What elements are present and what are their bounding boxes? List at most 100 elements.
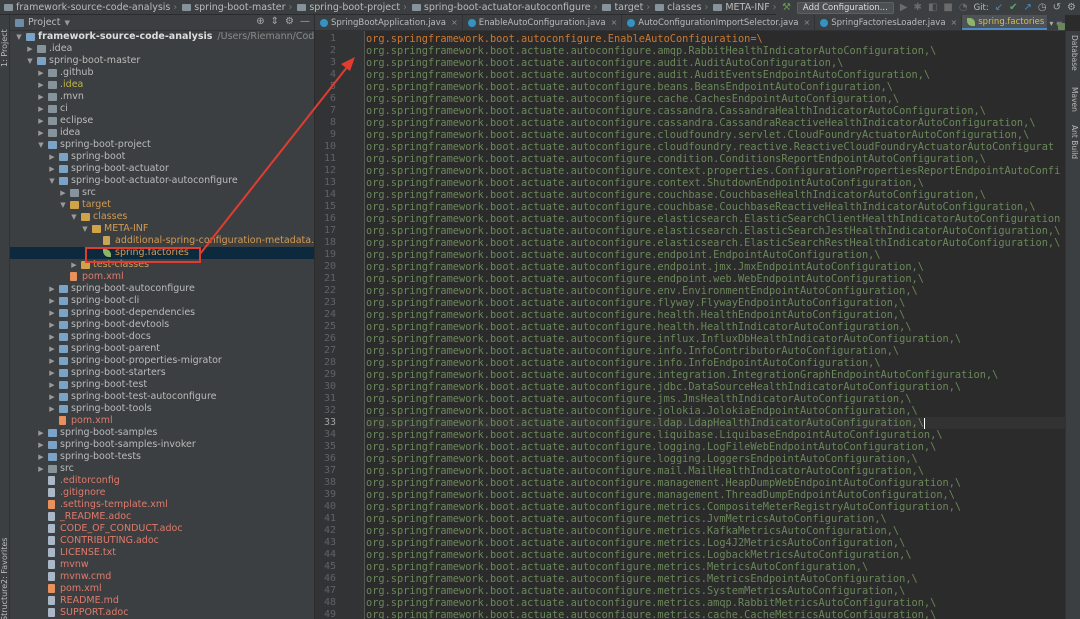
tree-node[interactable]: spring.factories — [10, 247, 314, 259]
expand-down-icon[interactable]: ▼ — [70, 211, 78, 223]
expand-right-icon[interactable]: ▶ — [48, 367, 56, 379]
code-line[interactable]: org.springframework.boot.actuate.autocon… — [366, 465, 924, 477]
expand-down-icon[interactable]: ▼ — [81, 223, 89, 235]
code-line[interactable]: org.springframework.boot.actuate.autocon… — [366, 213, 1060, 225]
code-line[interactable]: org.springframework.boot.actuate.autocon… — [366, 549, 912, 561]
tool-tab-maven[interactable]: Maven — [1068, 87, 1079, 121]
expand-right-icon[interactable]: ▶ — [37, 451, 45, 463]
tree-node[interactable]: ▼ classes — [10, 211, 314, 223]
tree-node[interactable]: ▶ spring-boot-tests — [10, 451, 314, 463]
locate-icon[interactable]: ⊕ — [256, 16, 264, 27]
expand-right-icon[interactable]: ▶ — [37, 115, 45, 127]
expand-right-icon[interactable]: ▶ — [48, 319, 56, 331]
code-line[interactable]: org.springframework.boot.actuate.autocon… — [366, 297, 905, 309]
expand-right-icon[interactable]: ▶ — [37, 127, 45, 139]
add-configuration-button[interactable]: Add Configuration... — [796, 1, 894, 14]
code-line[interactable]: org.springframework.boot.actuate.autocon… — [366, 417, 1065, 429]
tree-node[interactable]: ▶ spring-boot-dependencies — [10, 307, 314, 319]
code-line[interactable]: org.springframework.boot.actuate.autocon… — [366, 513, 887, 525]
tree-node[interactable]: _README.adoc — [10, 511, 314, 523]
tree-node[interactable]: CODE_OF_CONDUCT.adoc — [10, 523, 314, 535]
stop-icon[interactable]: ■ — [943, 2, 952, 14]
code-line[interactable]: org.springframework.boot.actuate.autocon… — [366, 333, 961, 345]
breadcrumb-item[interactable]: spring-boot-actuator-autoconfigure › — [410, 2, 601, 13]
code-line[interactable]: org.springframework.boot.actuate.autocon… — [366, 285, 918, 297]
tree-node[interactable]: .settings-template.xml — [10, 499, 314, 511]
expand-right-icon[interactable]: ▶ — [48, 391, 56, 403]
chevron-down-icon[interactable]: ▼ — [65, 19, 70, 27]
breadcrumb-item[interactable]: spring-boot-project › — [295, 2, 410, 13]
close-icon[interactable]: × — [951, 18, 958, 27]
tree-node[interactable]: ▶ test-classes — [10, 259, 314, 271]
code-line[interactable]: org.springframework.boot.actuate.autocon… — [366, 429, 943, 441]
tree-node[interactable]: ▶ spring-boot-properties-migrator — [10, 355, 314, 367]
tree-node[interactable]: ▶ src — [10, 463, 314, 475]
tree-node[interactable]: ▶ spring-boot-parent — [10, 343, 314, 355]
code-line[interactable]: org.springframework.boot.actuate.autocon… — [366, 369, 998, 381]
tree-node[interactable]: ▶ spring-boot-starters — [10, 367, 314, 379]
tree-node[interactable]: ▼ target — [10, 199, 314, 211]
tree-node[interactable]: ▼ spring-boot-actuator-autoconfigure — [10, 175, 314, 187]
expand-right-icon[interactable]: ▶ — [37, 67, 45, 79]
expand-right-icon[interactable]: ▶ — [37, 91, 45, 103]
expand-right-icon[interactable]: ▶ — [48, 355, 56, 367]
expand-down-icon[interactable]: ▼ — [48, 175, 56, 187]
tree-node[interactable]: ▶ spring-boot-docs — [10, 331, 314, 343]
tree-node[interactable]: ▼ spring-boot-master — [10, 55, 314, 67]
code-line[interactable]: org.springframework.boot.actuate.autocon… — [366, 141, 1054, 153]
close-icon[interactable]: × — [451, 18, 458, 27]
code-line[interactable]: org.springframework.boot.actuate.autocon… — [366, 201, 1036, 213]
debug-icon[interactable]: ✱ — [914, 2, 922, 14]
tree-node[interactable]: ▼ spring-boot-project — [10, 139, 314, 151]
breadcrumb-item[interactable]: framework-source-code-analysis › — [2, 2, 180, 13]
code-line[interactable]: org.springframework.boot.actuate.autocon… — [366, 393, 912, 405]
coverage-icon[interactable]: ◧ — [928, 2, 937, 14]
expand-right-icon[interactable]: ▶ — [48, 283, 56, 295]
expand-right-icon[interactable]: ▶ — [48, 343, 56, 355]
git-update-icon[interactable]: ↙ — [995, 2, 1003, 14]
code-line[interactable]: org.springframework.boot.actuate.autocon… — [366, 321, 912, 333]
settings-icon[interactable]: ⚙ — [1067, 2, 1076, 14]
tree-node[interactable]: ▶ spring-boot-samples-invoker — [10, 439, 314, 451]
profile-icon[interactable]: ◔ — [959, 2, 968, 14]
tree-node[interactable]: ▶ eclipse — [10, 115, 314, 127]
project-tree[interactable]: ▼ framework-source-code-analysis/Users/Ri… — [10, 31, 314, 619]
code-line[interactable]: org.springframework.boot.actuate.autocon… — [366, 81, 893, 93]
expand-down-icon[interactable]: ▼ — [15, 31, 23, 43]
run-icon[interactable]: ▶ — [900, 2, 908, 14]
history-icon[interactable]: ◷ — [1038, 2, 1047, 14]
tool-tab-ant-build[interactable]: Ant Build — [1068, 125, 1079, 169]
code-line[interactable]: org.springframework.boot.actuate.autocon… — [366, 345, 899, 357]
tool-tab-structure[interactable]: Structure — [0, 584, 10, 619]
code-line[interactable]: org.springframework.boot.actuate.autocon… — [366, 381, 961, 393]
tree-node[interactable]: LICENSE.txt — [10, 547, 314, 559]
code-line[interactable]: org.springframework.boot.actuate.autocon… — [366, 405, 918, 417]
expand-right-icon[interactable]: ▶ — [37, 439, 45, 451]
code-line[interactable]: org.springframework.boot.actuate.autocon… — [366, 69, 930, 81]
breadcrumb-item[interactable]: target › — [600, 2, 653, 13]
close-icon[interactable]: × — [611, 18, 618, 27]
code-line[interactable]: org.springframework.boot.actuate.autocon… — [366, 597, 936, 609]
tree-node[interactable]: pom.xml — [10, 415, 314, 427]
tree-node[interactable]: ▼ framework-source-code-analysis/Users/Ri… — [10, 31, 314, 43]
code-line[interactable]: org.springframework.boot.actuate.autocon… — [366, 261, 924, 273]
tool-tab-database[interactable]: Database — [1068, 35, 1079, 83]
hide-icon[interactable]: — — [300, 16, 310, 27]
tree-node[interactable]: CONTRIBUTING.adoc — [10, 535, 314, 547]
breadcrumb-item[interactable]: spring-boot-master › — [180, 2, 295, 13]
code-line[interactable]: org.springframework.boot.actuate.autocon… — [366, 573, 918, 585]
tree-node[interactable]: ▶ ci — [10, 103, 314, 115]
tree-node[interactable]: .gitignore — [10, 487, 314, 499]
code-line[interactable]: org.springframework.boot.actuate.autocon… — [366, 357, 881, 369]
tree-node[interactable]: additional-spring-configuration-metadata… — [10, 235, 314, 247]
git-push-icon[interactable]: ↗ — [1024, 2, 1032, 14]
code-line[interactable]: org.springframework.boot.actuate.autocon… — [366, 609, 936, 619]
git-commit-icon[interactable]: ✔ — [1009, 2, 1017, 14]
expand-right-icon[interactable]: ▶ — [37, 427, 45, 439]
project-view-selector[interactable]: Project — [28, 17, 61, 28]
tree-node[interactable]: ▶ spring-boot-autoconfigure — [10, 283, 314, 295]
tree-node[interactable]: ▶ spring-boot-actuator — [10, 163, 314, 175]
editor-tab[interactable]: AutoConfigurationImportSelector.java × — [622, 15, 816, 30]
code-line[interactable]: org.springframework.boot.actuate.autocon… — [366, 57, 843, 69]
code-line[interactable]: org.springframework.boot.autoconfigure.E… — [366, 33, 763, 45]
